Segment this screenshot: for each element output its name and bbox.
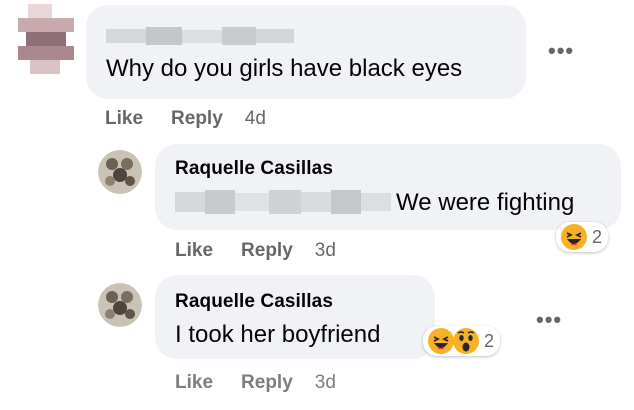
comment-more-button[interactable]: •••: [548, 38, 574, 64]
reply-bubble: Raquelle Casillas We were fighting: [155, 144, 621, 230]
reply-text: We were fighting: [396, 189, 575, 216]
commenter-avatar-redacted[interactable]: [18, 4, 74, 74]
author-name-redacted[interactable]: [106, 27, 294, 45]
haha-icon: [560, 223, 588, 251]
comment-bubble: Why do you girls have black eyes: [86, 5, 526, 99]
reply-button[interactable]: Reply: [241, 240, 293, 261]
reaction-summary[interactable]: 2: [556, 222, 609, 252]
reaction-summary[interactable]: 2: [423, 326, 501, 356]
reply-actions: Like Reply 3d: [175, 240, 336, 262]
reply-text: I took her boyfriend: [175, 321, 381, 348]
reply-button[interactable]: Reply: [171, 108, 223, 129]
comment-timestamp[interactable]: 4d: [245, 108, 266, 129]
comment-actions: Like Reply 4d: [105, 108, 266, 130]
like-button[interactable]: Like: [175, 240, 213, 261]
reply-author-name[interactable]: Raquelle Casillas: [175, 158, 333, 180]
mention-redacted[interactable]: [175, 188, 391, 216]
wow-icon: [452, 327, 480, 355]
reply-avatar[interactable]: [98, 150, 142, 194]
comment-text: Why do you girls have black eyes: [106, 55, 463, 82]
reply-button[interactable]: Reply: [241, 372, 293, 393]
haha-icon: [427, 327, 455, 355]
reply-timestamp[interactable]: 3d: [315, 240, 336, 261]
like-button[interactable]: Like: [105, 108, 143, 129]
reply-author-name[interactable]: Raquelle Casillas: [175, 291, 333, 313]
reply-timestamp[interactable]: 3d: [315, 372, 336, 393]
reaction-count: 2: [592, 226, 603, 247]
like-button[interactable]: Like: [175, 372, 213, 393]
reaction-count: 2: [484, 330, 495, 351]
reply-avatar[interactable]: [98, 283, 142, 327]
reply-actions: Like Reply 3d: [175, 372, 336, 394]
reply-more-button[interactable]: •••: [536, 307, 562, 333]
reply-bubble: Raquelle Casillas I took her boyfriend: [155, 275, 435, 359]
